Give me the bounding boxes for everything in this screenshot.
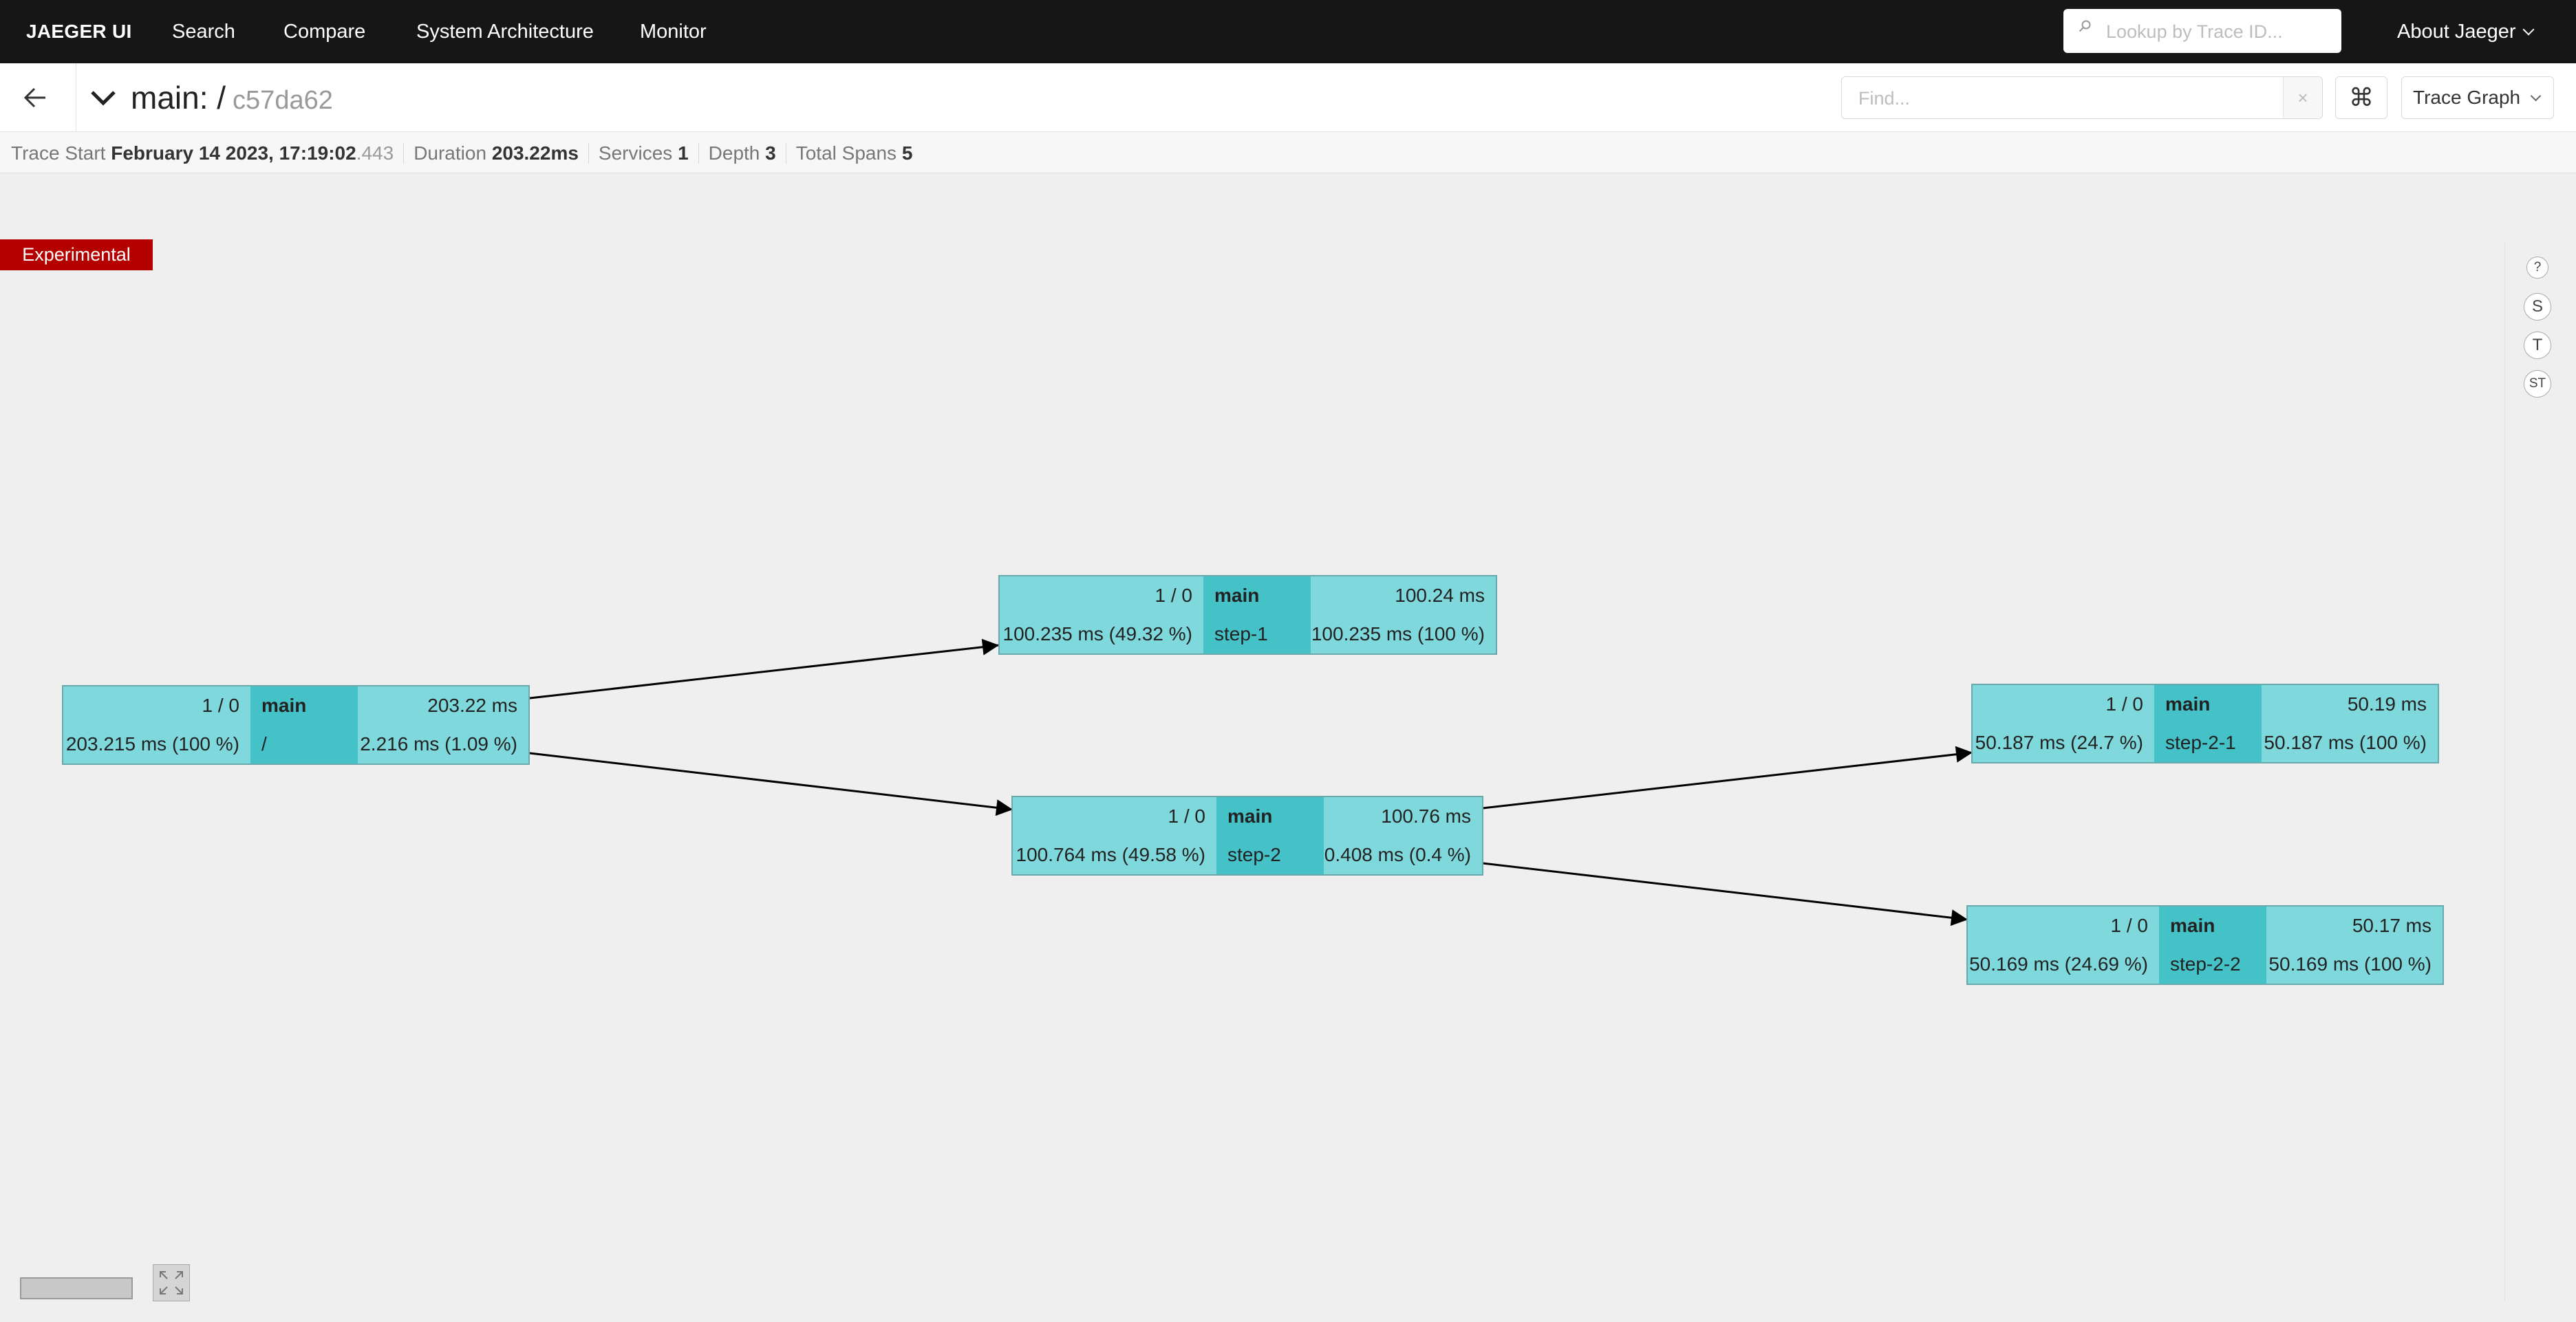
span-operation: step-2 [1216,836,1324,874]
span-self-total: 100.764 ms (49.58 %) [1016,844,1206,865]
span-total-duration: 100.76 ms [1381,805,1471,827]
edge-step-2-step-2-2 [1482,862,1968,927]
span-operation: step-1 [1203,615,1311,653]
span-self-total: 50.169 ms (24.69 %) [1969,953,2148,975]
service-mode-button[interactable]: S [2524,293,2551,321]
span-self-total: 50.187 ms (24.7 %) [1975,732,2143,753]
span-self-percent: 100.235 ms (100 %) [1311,623,1485,644]
span-node[interactable]: 1 / 0 main 100.76 ms 100.764 ms (49.58 %… [1011,796,1483,876]
edge-root-step-2 [529,752,1013,816]
expand-icon [160,1271,183,1294]
span-service: main [2159,907,2266,945]
graph-toolbar: ? S T ST [2504,242,2571,1301]
help-icon[interactable]: ? [2526,257,2548,279]
time-mode-button[interactable]: T [2524,332,2551,359]
edge-step-2-step-2-1 [1482,746,1973,810]
fit-to-screen-button[interactable] [153,1264,190,1301]
edge-root-step-1 [529,638,1000,700]
service-time-mode-button[interactable]: ST [2524,370,2551,398]
span-self-total: 100.235 ms (49.32 %) [1002,623,1193,644]
minimap[interactable] [20,1277,133,1299]
span-self-percent: 50.187 ms (100 %) [2264,732,2427,753]
span-operation: step-2-1 [2154,724,2262,762]
span-count: 1 / 0 [2105,693,2143,715]
span-node[interactable]: 1 / 0 main 203.22 ms 203.215 ms (100 %) … [62,685,530,765]
span-self-total: 203.215 ms (100 %) [65,733,239,755]
span-operation: step-2-2 [2159,945,2266,984]
span-node[interactable]: 1 / 0 main 50.17 ms 50.169 ms (24.69 %) … [1966,905,2444,985]
span-service: main [1203,576,1311,615]
span-total-duration: 100.24 ms [1395,585,1485,606]
span-node[interactable]: 1 / 0 main 50.19 ms 50.187 ms (24.7 %) s… [1971,684,2439,763]
span-count: 1 / 0 [202,695,239,716]
span-count: 1 / 0 [2110,915,2148,936]
span-self-percent: 50.169 ms (100 %) [2268,953,2432,975]
span-count: 1 / 0 [1155,585,1192,606]
span-operation: / [250,725,358,763]
span-self-percent: 0.408 ms (0.4 %) [1324,844,1471,865]
span-service: main [1216,797,1324,836]
span-total-duration: 50.17 ms [2352,915,2432,936]
span-service: main [250,686,358,725]
span-self-percent: 2.216 ms (1.09 %) [360,733,517,755]
span-count: 1 / 0 [1168,805,1205,827]
trace-graph-edges [529,638,1973,927]
span-total-duration: 203.22 ms [427,695,517,716]
span-total-duration: 50.19 ms [2347,693,2427,715]
span-node[interactable]: 1 / 0 main 100.24 ms 100.235 ms (49.32 %… [998,575,1497,655]
span-service: main [2154,685,2262,724]
